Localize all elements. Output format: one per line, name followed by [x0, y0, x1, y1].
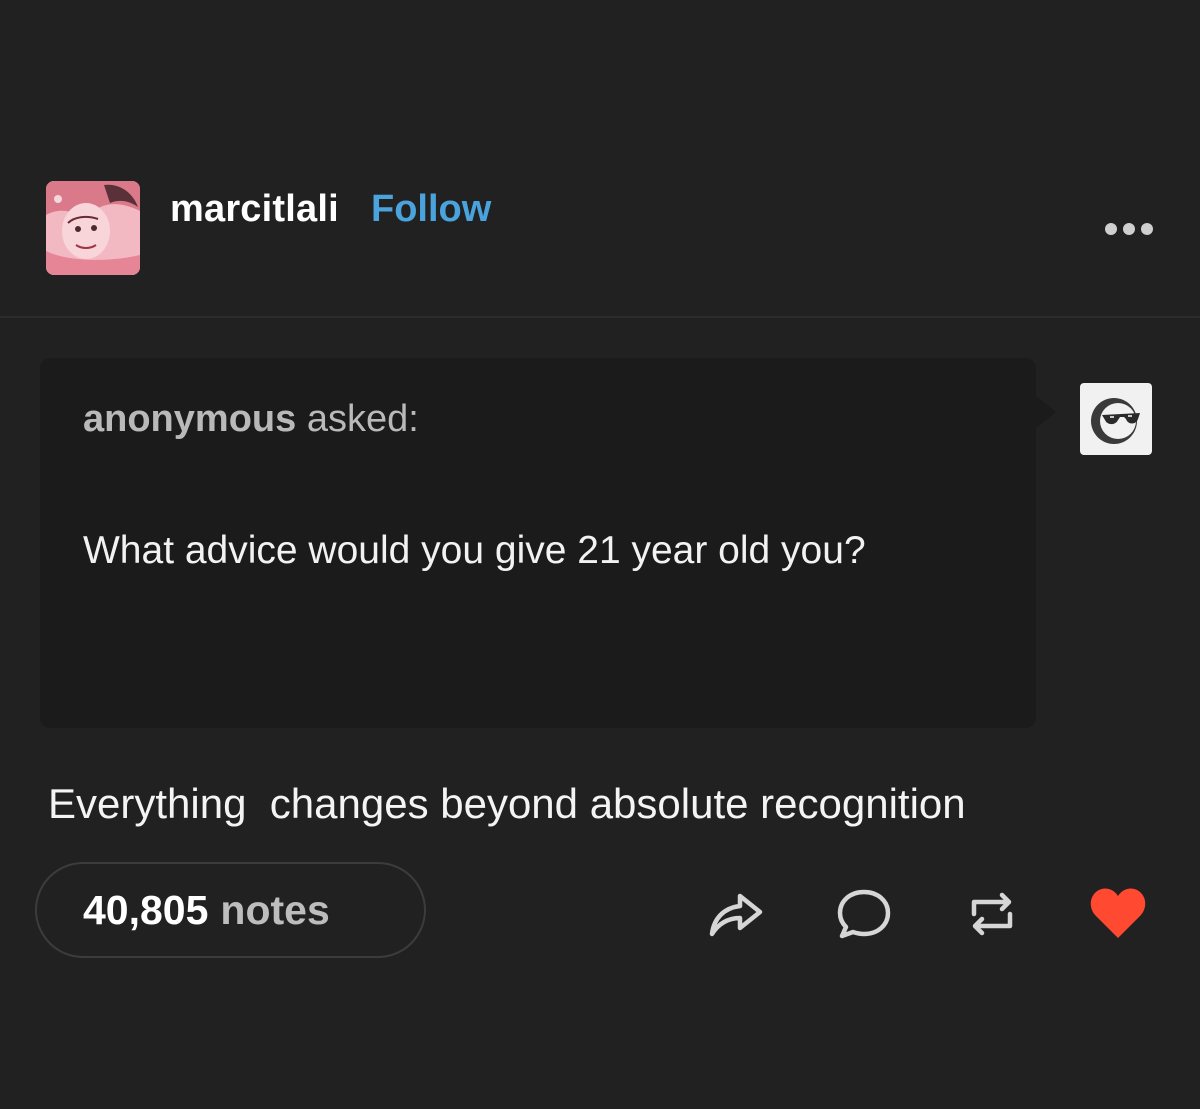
follow-button[interactable]: Follow: [371, 188, 491, 231]
post-header: marcitlali Follow: [0, 0, 1200, 316]
notes-label: notes: [220, 886, 330, 933]
blog-name[interactable]: marcitlali: [170, 188, 339, 231]
avatar-image: [46, 181, 140, 275]
anonymous-sunglasses-icon: [1091, 398, 1140, 444]
asker-name: anonymous: [83, 398, 297, 440]
anonymous-avatar: [1080, 383, 1152, 455]
header-divider: [0, 316, 1200, 318]
notes-count: 40,805: [83, 886, 209, 933]
ask-question: What advice would you give 21 year old y…: [83, 529, 866, 572]
answer-text: Everything changes beyond absolute recog…: [48, 780, 966, 827]
share-icon[interactable]: [706, 884, 766, 944]
more-dots-icon[interactable]: [1102, 220, 1156, 238]
reblog-icon[interactable]: [962, 884, 1022, 944]
reply-icon[interactable]: [834, 884, 894, 944]
ask-bubble-pointer: [1034, 394, 1056, 430]
blog-avatar[interactable]: [46, 181, 140, 275]
asker-line: anonymous asked:: [83, 398, 419, 441]
notes-button[interactable]: 40,805 notes: [35, 862, 426, 958]
like-heart-icon[interactable]: [1088, 884, 1148, 944]
asked-label: asked:: [306, 398, 419, 440]
